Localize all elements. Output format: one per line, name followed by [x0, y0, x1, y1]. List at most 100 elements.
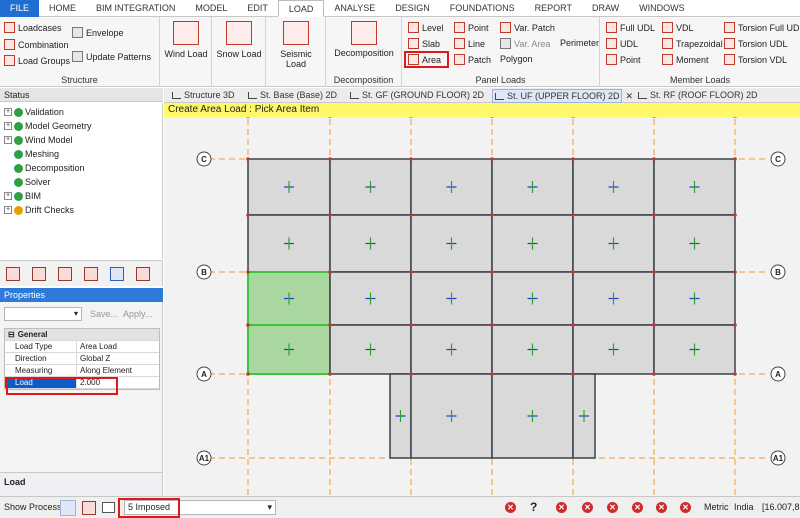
torsion-full-udl-button[interactable]: Torsion Full UDL [724, 22, 800, 33]
full-udl-button[interactable]: Full UDL [606, 22, 655, 33]
apply-button[interactable]: Apply... [123, 309, 152, 319]
tree-item-model-geometry[interactable]: + Model Geometry [4, 121, 92, 131]
tab-report[interactable]: REPORT [525, 0, 582, 17]
wind-load-button[interactable]: Wind Load [162, 21, 210, 59]
view-icon [495, 93, 504, 100]
property-row[interactable]: Direction Global Z [5, 353, 159, 365]
tab-load[interactable]: LOAD [277, 0, 325, 17]
tab-st-gf[interactable]: St. GF (GROUND FLOOR) 2D [348, 89, 484, 103]
tab-st-base[interactable]: St. Base (Base) 2D [246, 89, 337, 103]
snow-load-button[interactable]: Snow Load [214, 21, 264, 59]
process-icon[interactable] [60, 500, 76, 516]
close-tab-icon[interactable]: ✕ [625, 90, 633, 103]
combination-label: Combination [18, 39, 69, 50]
combination-button[interactable]: Combination [4, 39, 69, 50]
error-icon[interactable]: ✕ [680, 502, 691, 513]
panel-view-icon-2[interactable] [32, 267, 46, 281]
properties-preset-dropdown[interactable]: ▾ [4, 307, 82, 321]
tab-bim-integration[interactable]: BIM INTEGRATION [86, 0, 185, 17]
drawing-canvas[interactable]: 1234567CCBBAAA1A1 Create Area Load : Pic… [164, 103, 800, 496]
error-icon[interactable]: ✕ [505, 502, 516, 513]
panel-view-icon-3[interactable] [58, 267, 72, 281]
tree-item-wind-model[interactable]: + Wind Model [4, 135, 73, 145]
snow-load-icon [226, 21, 252, 45]
expand-icon[interactable]: + [4, 122, 12, 130]
tab-st-rf[interactable]: St. RF (ROOF FLOOR) 2D [636, 89, 758, 103]
tab-home[interactable]: HOME [39, 0, 86, 17]
panel-view-icon-1[interactable] [6, 267, 20, 281]
expand-icon[interactable]: + [4, 192, 12, 200]
collapse-icon[interactable]: ⊟ [5, 329, 15, 340]
trapezoidal-button[interactable]: Trapezoidal [662, 38, 723, 49]
tree-item-decomposition[interactable]: Decomposition [14, 163, 85, 173]
node-point [328, 157, 332, 161]
var-area-button[interactable]: Var. Area [500, 38, 550, 49]
slab-button[interactable]: Slab [408, 38, 440, 49]
error-icon[interactable]: ✕ [556, 502, 567, 513]
load-icon[interactable] [82, 501, 96, 515]
loadcases-button[interactable]: Loadcases [4, 22, 62, 33]
envelope-icon[interactable] [102, 502, 115, 513]
expand-icon[interactable]: + [4, 108, 12, 116]
panel-view-icon-6[interactable] [136, 267, 150, 281]
vdl-button[interactable]: VDL [662, 22, 694, 33]
node-point [409, 270, 413, 274]
tab-st-uf[interactable]: St. UF (UPPER FLOOR) 2D ✕ [492, 89, 633, 103]
load-groups-button[interactable]: Load Groups [4, 55, 70, 66]
panel-view-icon-5[interactable] [110, 267, 124, 281]
tab-windows[interactable]: WINDOWS [629, 0, 695, 17]
property-row[interactable]: Measuring Along Element [5, 365, 159, 377]
line-load-button[interactable]: Line [454, 38, 485, 49]
error-icon[interactable]: ✕ [632, 502, 643, 513]
tab-edit[interactable]: EDIT [237, 0, 278, 17]
error-icon[interactable]: ✕ [582, 502, 593, 513]
units-label[interactable]: Metric [704, 502, 729, 512]
torsion-vdl-button[interactable]: Torsion VDL [724, 54, 787, 65]
udl-button[interactable]: UDL [606, 38, 638, 49]
error-icon[interactable]: ✕ [607, 502, 618, 513]
member-point-button[interactable]: Point [606, 54, 641, 65]
property-row[interactable]: Load Type Area Load [5, 341, 159, 353]
tab-draw[interactable]: DRAW [582, 0, 629, 17]
var-patch-button[interactable]: Var. Patch [500, 22, 555, 33]
tab-design[interactable]: DESIGN [385, 0, 440, 17]
country-label[interactable]: India [734, 502, 754, 512]
grid-label-row: A1 [199, 454, 210, 463]
seismic-load-button[interactable]: Seismic Load [274, 21, 318, 69]
error-icon[interactable]: ✕ [656, 502, 667, 513]
tab-model[interactable]: MODEL [185, 0, 237, 17]
envelope-button[interactable]: Envelope [72, 27, 124, 38]
expand-icon[interactable]: + [4, 206, 12, 214]
update-patterns-button[interactable]: Update Patterns [72, 51, 151, 62]
tab-foundations[interactable]: FOUNDATIONS [440, 0, 525, 17]
property-value[interactable]: Global Z [77, 353, 159, 364]
level-button[interactable]: Level [408, 22, 444, 33]
tree-item-meshing[interactable]: Meshing [14, 149, 59, 159]
tree-item-solver[interactable]: Solver [14, 177, 51, 187]
save-button[interactable]: Save... [90, 309, 118, 319]
snow-load-label: Snow Load [216, 49, 262, 59]
section-general[interactable]: ⊟ General [5, 329, 159, 341]
expand-icon[interactable]: + [4, 136, 12, 144]
tab-analyse[interactable]: ANALYSE [324, 0, 385, 17]
tree-item-drift-checks[interactable]: + Drift Checks [4, 205, 74, 215]
moment-button[interactable]: Moment [662, 54, 709, 65]
level-icon [408, 22, 419, 33]
decomposition-button[interactable]: Decomposition [330, 21, 398, 58]
torsion-udl-button[interactable]: Torsion UDL [724, 38, 788, 49]
patch-button[interactable]: Patch [454, 54, 491, 65]
tab-file[interactable]: FILE [0, 0, 40, 17]
property-value[interactable]: Area Load [77, 341, 159, 352]
doc-tab-label: Structure 3D [184, 90, 235, 100]
perimeter-button[interactable]: Perimeter [560, 38, 599, 48]
point-load-button[interactable]: Point [454, 22, 489, 33]
property-value[interactable]: Along Element [77, 365, 159, 376]
tree-item-bim[interactable]: + BIM [4, 191, 41, 201]
floor-plan[interactable]: 1234567CCBBAAA1A1 [164, 103, 800, 496]
tab-structure-3d[interactable]: Structure 3D [170, 89, 235, 103]
panel-view-icon-4[interactable] [84, 267, 98, 281]
polygon-button[interactable]: Polygon [500, 54, 533, 64]
tree-item-validation[interactable]: + Validation [4, 107, 64, 117]
help-icon[interactable]: ? [530, 500, 537, 514]
grid-label-row: A [201, 370, 207, 379]
